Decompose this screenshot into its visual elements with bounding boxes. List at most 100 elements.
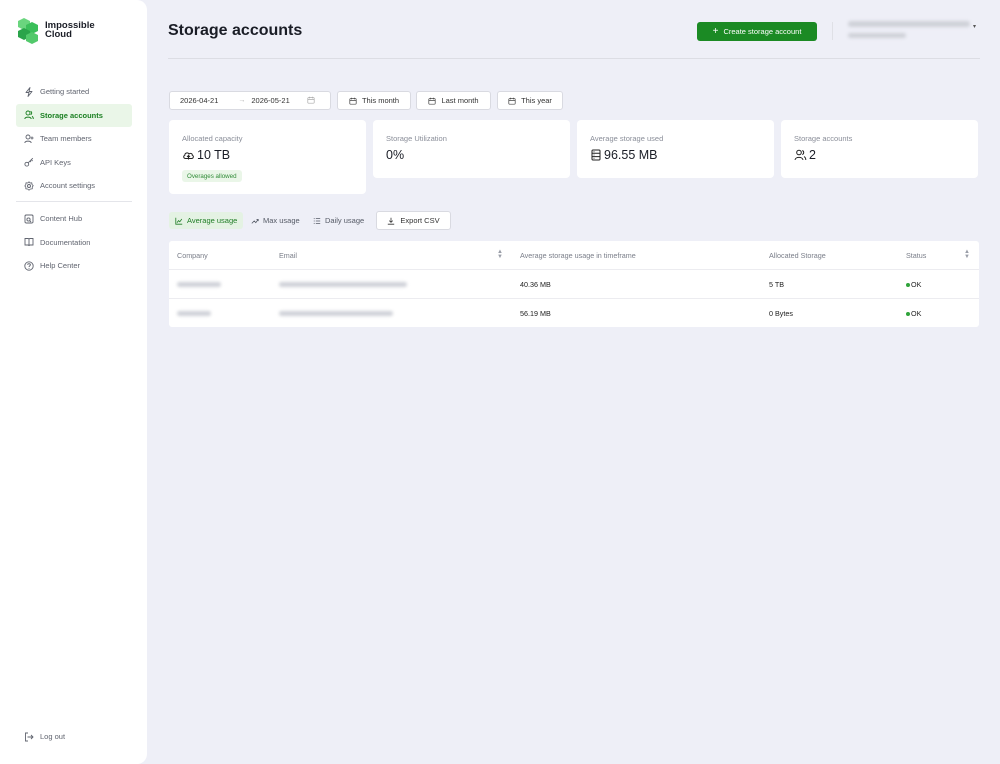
key-icon [23,157,34,168]
user-email-redacted [848,21,970,27]
allocated-cell: 5 TB [769,280,785,289]
last-month-button[interactable]: Last month [416,91,491,110]
card-label: Storage accounts [794,134,853,143]
sidebar-item-label: Account settings [40,181,96,190]
card-average-storage-used: Average storage used 96.55 MB [577,120,774,178]
calendar-icon [307,96,315,106]
sidebar-nav: Getting started Storage accounts Team me… [16,80,132,198]
sidebar-item-help-center[interactable]: Help Center [16,254,132,277]
export-csv-button[interactable]: Export CSV [376,211,451,230]
column-header-allocated[interactable]: Allocated Storage [769,241,826,270]
sidebar-item-label: Help Center [40,261,81,270]
table-row[interactable]: 56.19 MB 0 Bytes OK [169,299,979,328]
column-header-email[interactable]: Email [279,241,297,270]
sidebar-item-getting-started[interactable]: Getting started [16,80,132,103]
calendar-icon [349,97,357,105]
sidebar: Impossible Cloud Getting started Storage… [0,0,147,764]
book-icon [23,237,34,248]
card-value: 2 [794,148,816,162]
export-csv-label: Export CSV [400,216,440,225]
user-company-redacted [848,33,906,38]
tab-average-usage[interactable]: Average usage [169,212,244,229]
users-icon [23,110,34,121]
sidebar-item-api-keys[interactable]: API Keys [16,151,132,174]
calendar-icon [428,97,436,105]
logout-label: Log out [40,732,66,741]
status-cell: OK [906,299,921,328]
company-cell-redacted [177,299,211,328]
sidebar-item-team-members[interactable]: Team members [16,127,132,150]
plus-icon: + [712,25,719,37]
tab-label: Average usage [187,216,238,225]
user-plus-icon [23,133,34,144]
user-menu[interactable] [848,21,970,38]
sort-icon[interactable]: ▲ ▼ [964,249,970,260]
start-date[interactable]: 2026-04-21 [180,96,218,105]
this-month-button[interactable]: This month [337,91,411,110]
line-chart-icon [175,217,183,225]
logout-button[interactable]: Log out [16,725,132,748]
cloud-icon [182,149,195,161]
avg-usage-cell: 56.19 MB [520,309,551,318]
card-label: Storage Utilization [386,134,447,143]
sidebar-item-label: Documentation [40,237,91,247]
status-dot-icon [906,311,910,316]
header-rule [168,58,980,59]
column-header-company[interactable]: Company [177,241,208,270]
page-title: Storage accounts [168,22,303,39]
brand-logo[interactable]: Impossible Cloud [16,15,95,45]
arrow-right-icon: → [238,97,246,104]
logout-icon [23,731,34,742]
status-text: OK [911,280,922,289]
status-text: OK [911,309,922,318]
this-year-label: This year [521,96,552,105]
create-storage-account-button[interactable]: + Create storage account [697,22,817,41]
calendar-icon [508,97,516,105]
card-value-text: 10 TB [197,148,231,162]
card-value-text: 96.55 MB [604,148,658,162]
table-header: Company Email ▲ ▼ Average storage usage i… [169,241,979,270]
card-value-text: 0% [386,148,405,162]
company-cell-redacted [177,270,221,299]
tab-max-usage[interactable]: Max usage [245,212,306,229]
card-label: Allocated capacity [182,134,243,143]
sidebar-item-label: Storage accounts [40,110,103,120]
help-icon [23,260,34,271]
column-header-avg-usage[interactable]: Average storage usage in timeframe [520,241,636,270]
table-row[interactable]: 40.36 MB 5 TB OK [169,270,979,299]
status-dot-icon [906,282,910,287]
tab-label: Daily usage [325,216,365,225]
card-label: Average storage used [590,134,664,143]
download-icon [387,217,395,225]
storage-accounts-table: Company Email ▲ ▼ Average storage usage i… [169,241,979,327]
chevron-down-icon[interactable]: ▾ [973,23,976,30]
this-year-button[interactable]: This year [497,91,563,110]
sidebar-item-label: Getting started [40,87,90,96]
overages-badge: Overages allowed [182,170,242,182]
sidebar-item-storage-accounts[interactable]: Storage accounts [16,103,132,127]
sidebar-item-documentation[interactable]: Documentation [16,231,132,254]
card-storage-accounts: Storage accounts 2 [781,120,978,178]
tab-label: Max usage [263,216,300,225]
sidebar-item-label: Content Hub [40,214,83,223]
last-month-label: Last month [441,96,479,105]
lightning-icon [23,86,34,97]
tab-daily-usage[interactable]: Daily usage [307,212,370,229]
card-value: 0% [386,148,404,162]
card-value-text: 2 [809,148,816,162]
sidebar-divider [16,201,132,202]
create-button-label: Create storage account [723,27,802,36]
content-hub-icon [23,213,34,224]
sidebar-item-account-settings[interactable]: Account settings [16,174,132,197]
email-cell-redacted [279,299,393,328]
status-cell: OK [906,270,921,299]
card-value: 96.55 MB [590,148,658,162]
date-range-picker[interactable]: 2026-04-21 → 2026-05-21 [169,91,331,110]
sort-icon[interactable]: ▲ ▼ [497,249,503,260]
gear-icon [23,180,34,191]
end-date[interactable]: 2026-05-21 [251,96,289,105]
brand-logo-icon [18,18,38,44]
column-header-status[interactable]: Status [906,241,926,270]
avg-usage-cell: 40.36 MB [520,280,551,289]
sidebar-item-content-hub[interactable]: Content Hub [16,207,132,230]
